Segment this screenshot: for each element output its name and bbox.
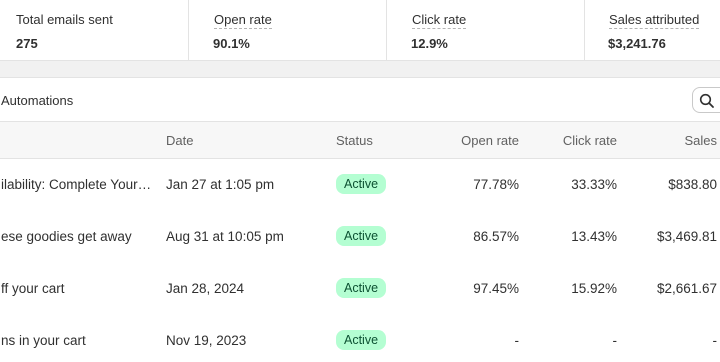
- table-row[interactable]: ese goodies get away Aug 31 at 10:05 pm …: [0, 211, 720, 264]
- open-rate-value: 97.45%: [473, 281, 519, 296]
- status-badge: Active: [336, 278, 387, 298]
- metric-value: $3,241.76: [608, 36, 666, 51]
- metric-label: Sales attributed: [609, 12, 700, 29]
- status-badge: Active: [336, 226, 387, 246]
- open-rate-value: -: [514, 333, 520, 348]
- section-gap: [0, 61, 720, 77]
- status-badge: Active: [336, 330, 387, 350]
- metric-label: Total emails sent: [16, 12, 113, 27]
- table-row[interactable]: ff your cart Jan 28, 2024 Active 97.45% …: [0, 263, 720, 316]
- column-header-status[interactable]: Status: [336, 133, 373, 148]
- automation-date: Aug 31 at 10:05 pm: [166, 229, 284, 244]
- click-rate-value: 13.43%: [571, 229, 617, 244]
- open-rate-value: 77.78%: [473, 177, 519, 192]
- column-header-date[interactable]: Date: [166, 133, 193, 148]
- metric-value: 12.9%: [411, 36, 448, 51]
- search-filter-button[interactable]: [692, 87, 720, 113]
- column-header-sales[interactable]: Sales: [684, 133, 717, 148]
- sales-value: -: [712, 333, 718, 348]
- tab-automations[interactable]: Automations: [1, 93, 73, 108]
- open-rate-value: 86.57%: [473, 229, 519, 244]
- column-header-click-rate[interactable]: Click rate: [563, 133, 617, 148]
- automation-name[interactable]: ese goodies get away: [1, 229, 132, 244]
- metric-total-emails-sent[interactable]: Total emails sent 275: [0, 0, 189, 60]
- metric-value: 90.1%: [213, 36, 250, 51]
- tab-bar: Automations: [0, 78, 720, 122]
- automation-name[interactable]: ns in your cart: [1, 333, 86, 348]
- click-rate-value: 33.33%: [571, 177, 617, 192]
- metrics-bar: Total emails sent 275 Open rate 90.1% Cl…: [0, 0, 720, 61]
- automation-date: Jan 27 at 1:05 pm: [166, 177, 275, 192]
- metric-value: 275: [16, 36, 38, 51]
- table-row[interactable]: ns in your cart Nov 19, 2023 Active - - …: [0, 315, 720, 362]
- automation-date: Nov 19, 2023: [166, 333, 247, 348]
- sales-value: $838.80: [668, 177, 717, 192]
- sales-value: $2,661.67: [656, 281, 717, 296]
- metric-label: Click rate: [412, 12, 467, 29]
- automation-name[interactable]: ff your cart: [1, 281, 65, 296]
- table-row[interactable]: ilability: Complete Your… Jan 27 at 1:05…: [0, 159, 720, 212]
- click-rate-value: -: [612, 333, 618, 348]
- automation-name[interactable]: ilability: Complete Your…: [1, 177, 151, 192]
- metric-label: Open rate: [214, 12, 272, 29]
- sales-value: $3,469.81: [656, 229, 717, 244]
- automations-card: Automations Date Status Open rate Click …: [0, 77, 720, 362]
- status-badge: Active: [336, 174, 387, 194]
- search-icon: [699, 93, 714, 108]
- metric-click-rate[interactable]: Click rate 12.9%: [387, 0, 585, 60]
- click-rate-value: 15.92%: [571, 281, 617, 296]
- column-header-open-rate[interactable]: Open rate: [461, 133, 519, 148]
- metric-open-rate[interactable]: Open rate 90.1%: [189, 0, 387, 60]
- metric-sales-attributed[interactable]: Sales attributed $3,241.76: [585, 0, 720, 60]
- automation-date: Jan 28, 2024: [166, 281, 245, 296]
- table-header: Date Status Open rate Click rate Sales: [0, 122, 720, 159]
